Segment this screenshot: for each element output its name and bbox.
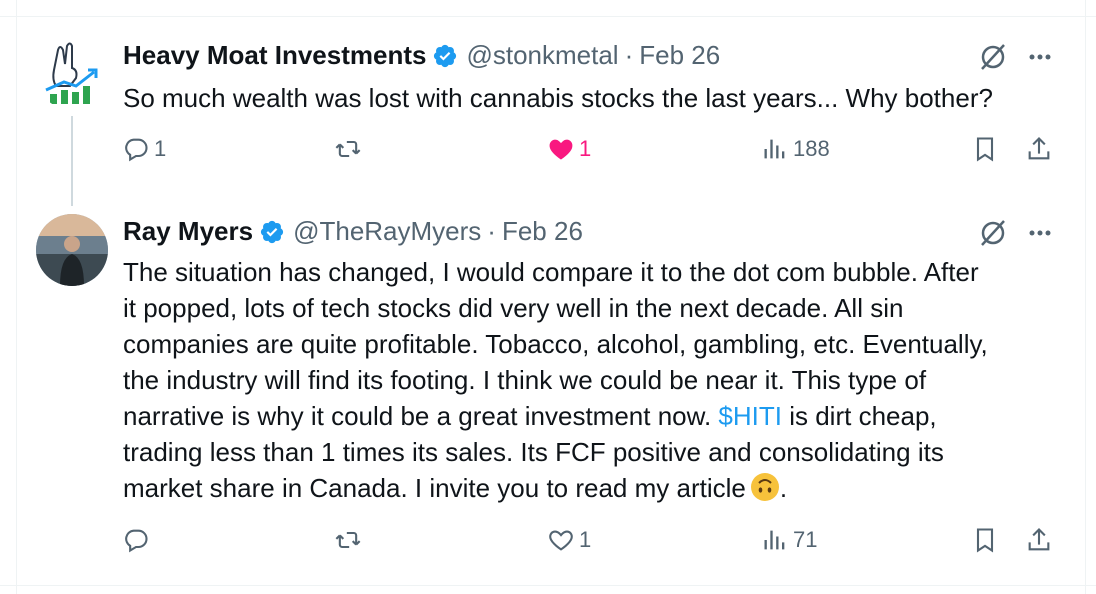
like-count: 1 bbox=[579, 527, 592, 552]
separator-dot: · bbox=[624, 40, 634, 70]
author-name[interactable]: Ray Myers bbox=[123, 216, 253, 247]
more-options-icon[interactable] bbox=[1025, 42, 1055, 72]
text-line: narrative is why it could be a great inv… bbox=[123, 398, 1073, 434]
text-segment: . bbox=[779, 473, 788, 503]
avatar-ray-myers[interactable] bbox=[36, 214, 108, 286]
share-icon bbox=[1028, 528, 1050, 551]
author-handle[interactable]: @stonkmetal bbox=[466, 40, 618, 71]
text-segment: market share in Canada. I invite you to … bbox=[123, 473, 746, 503]
like-button[interactable]: 1 bbox=[547, 135, 591, 163]
cashtag-link[interactable]: $HITI bbox=[718, 401, 782, 431]
share-icon bbox=[1028, 137, 1050, 160]
text-line: market share in Canada. I invite you to … bbox=[123, 470, 1073, 506]
metal-hand-chart-logo bbox=[45, 42, 98, 104]
like-count: 1 bbox=[579, 136, 592, 161]
reply-icon bbox=[125, 138, 148, 162]
tweet-1[interactable]: Heavy Moat Investments @stonkmetal · Feb… bbox=[0, 0, 1096, 210]
reply-icon bbox=[125, 529, 148, 553]
frame-bottom-border bbox=[0, 585, 1096, 586]
bookmark-icon bbox=[976, 528, 994, 553]
tweet-date[interactable]: Feb 26 bbox=[639, 40, 720, 71]
views-count: 188 bbox=[793, 136, 830, 161]
bookmark-button[interactable] bbox=[971, 135, 999, 163]
share-button[interactable] bbox=[1025, 526, 1053, 554]
views-button[interactable]: 71 bbox=[761, 526, 817, 554]
views-count: 71 bbox=[793, 527, 818, 552]
text-line: companies are quite profitable. Tobacco,… bbox=[123, 329, 988, 359]
tweet-actions: 1 71 bbox=[0, 526, 1096, 566]
text-line: The situation has changed, I would compa… bbox=[123, 257, 979, 287]
tweet-text: So much wealth was lost with cannabis st… bbox=[123, 83, 993, 113]
avatar-heavy-moat[interactable] bbox=[36, 38, 108, 110]
author-handle[interactable]: @TheRayMyers bbox=[293, 216, 481, 247]
views-button[interactable]: 188 bbox=[761, 135, 830, 163]
profile-photo bbox=[36, 214, 108, 286]
verified-badge-icon bbox=[260, 220, 284, 243]
share-button[interactable] bbox=[1025, 135, 1053, 163]
verified-badge-icon bbox=[434, 44, 457, 67]
author-name[interactable]: Heavy Moat Investments bbox=[123, 40, 426, 71]
reply-button[interactable] bbox=[122, 526, 154, 554]
tweet-header: Ray Myers @TheRayMyers · Feb 26 bbox=[123, 216, 583, 247]
views-chart-icon bbox=[764, 139, 785, 159]
grok-icon[interactable] bbox=[978, 218, 1008, 248]
text-line: it popped, lots of tech stocks did very … bbox=[123, 293, 904, 323]
tweet-2[interactable]: Ray Myers @TheRayMyers · Feb 26 The situ… bbox=[0, 210, 1096, 585]
retweet-button[interactable] bbox=[334, 135, 366, 163]
text-segment: is dirt cheap, bbox=[782, 401, 937, 431]
tweet-header: Heavy Moat Investments @stonkmetal · Feb… bbox=[123, 40, 720, 71]
text-segment: narrative is why it could be a great inv… bbox=[123, 401, 719, 431]
reply-count: 1 bbox=[154, 136, 167, 161]
text-line: the industry will find its footing. I th… bbox=[123, 365, 927, 395]
retweet-icon bbox=[335, 531, 361, 549]
retweet-button[interactable] bbox=[334, 526, 366, 554]
bookmark-button[interactable] bbox=[971, 526, 999, 554]
like-button[interactable]: 1 bbox=[547, 526, 591, 554]
bookmark-icon bbox=[976, 137, 994, 162]
retweet-icon bbox=[335, 140, 361, 158]
tweet-date[interactable]: Feb 26 bbox=[502, 216, 583, 247]
heart-filled-icon bbox=[549, 139, 573, 160]
tweet-text: The situation has changed, I would compa… bbox=[123, 254, 1073, 506]
heart-outline-icon bbox=[549, 530, 573, 551]
text-line: trading less than 1 times its sales. Its… bbox=[123, 437, 944, 467]
grok-icon[interactable] bbox=[978, 42, 1008, 72]
reply-button[interactable]: 1 bbox=[122, 135, 166, 163]
views-chart-icon bbox=[764, 530, 785, 550]
tweet-actions: 1 1 188 bbox=[0, 135, 1096, 175]
separator-dot: · bbox=[487, 216, 496, 246]
more-options-icon[interactable] bbox=[1025, 218, 1055, 248]
upside-down-face-emoji-icon bbox=[750, 473, 779, 501]
